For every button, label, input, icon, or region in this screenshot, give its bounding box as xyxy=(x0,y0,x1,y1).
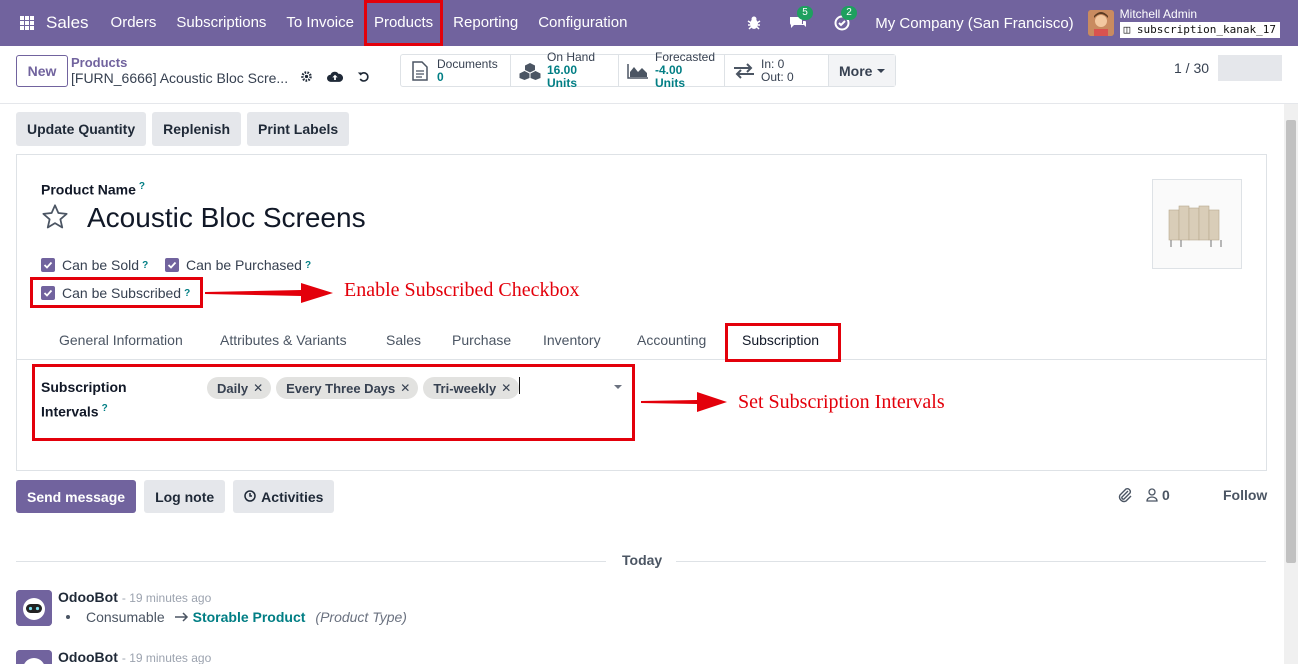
pager-next-button[interactable] xyxy=(1250,55,1282,81)
user-name: Mitchell Admin xyxy=(1119,7,1198,21)
log-note-button[interactable]: Log note xyxy=(144,480,226,513)
menu-orders[interactable]: Orders xyxy=(101,0,167,46)
clock-icon xyxy=(244,489,256,505)
help-tooltip[interactable]: ? xyxy=(139,181,145,192)
messages-badge: 5 xyxy=(797,6,813,20)
user-icon xyxy=(1146,488,1158,502)
product-name-field[interactable]: Acoustic Bloc Screens xyxy=(87,202,366,234)
notebook-tabs: General Information Attributes & Variant… xyxy=(17,323,1266,360)
new-value: Storable Product xyxy=(192,609,306,625)
tab-purchase[interactable]: Purchase xyxy=(452,332,511,348)
odoobot-avatar[interactable] xyxy=(16,650,52,664)
attachment-button[interactable] xyxy=(1118,487,1132,503)
undo-icon[interactable] xyxy=(357,70,370,86)
tab-inventory[interactable]: Inventory xyxy=(543,332,601,348)
exchange-arrows-icon xyxy=(733,60,755,82)
menu-configuration[interactable]: Configuration xyxy=(528,0,637,46)
on-hand-button[interactable]: On Hand 16.00 Units xyxy=(511,51,619,90)
product-image[interactable] xyxy=(1152,179,1242,269)
main-menu: Orders Subscriptions To Invoice Products… xyxy=(101,0,638,46)
user-menu[interactable]: Mitchell Admin ◫ subscription_kanak_17 xyxy=(1119,7,1280,38)
menu-reporting[interactable]: Reporting xyxy=(443,0,528,46)
can-be-sold-checkbox[interactable]: Can be Sold? xyxy=(41,257,148,273)
new-button[interactable]: New xyxy=(16,55,68,87)
breadcrumb-current: [FURN_6666] Acoustic Bloc Scre... xyxy=(71,70,289,86)
pager-value[interactable]: 1 / 30 xyxy=(1174,60,1209,76)
product-name-label: Product Name? xyxy=(41,181,146,198)
pager-previous-button[interactable] xyxy=(1218,55,1250,81)
activities-badge: 2 xyxy=(841,6,857,20)
send-message-button[interactable]: Send message xyxy=(16,480,137,513)
update-quantity-button[interactable]: Update Quantity xyxy=(16,112,147,146)
checkmark-icon xyxy=(165,258,179,272)
intervals-highlight-box xyxy=(32,364,635,441)
database-name: ◫ subscription_kanak_17 xyxy=(1119,22,1280,38)
follow-button[interactable]: Follow xyxy=(1223,487,1267,503)
message-author[interactable]: OdooBot - 19 minutes ago xyxy=(58,649,211,664)
followers-button[interactable]: 0 xyxy=(1146,487,1170,503)
tracked-field-name: (Product Type) xyxy=(315,609,407,625)
annotation-arrow xyxy=(205,283,333,303)
apps-grid-icon[interactable] xyxy=(20,16,34,30)
scrollbar-thumb[interactable] xyxy=(1286,120,1296,563)
form-sheet: Product Name? Acoustic Bloc Screens Can … xyxy=(16,154,1267,471)
intervals-annotation: Set Subscription Intervals xyxy=(738,391,945,413)
breadcrumb-products[interactable]: Products xyxy=(71,55,288,70)
subscription-tab-highlight-box xyxy=(725,323,841,362)
chat-bubbles-icon[interactable]: 5 xyxy=(787,6,813,34)
form-action-buttons: Update Quantity Replenish Print Labels xyxy=(16,112,350,146)
message-time: - 19 minutes ago xyxy=(121,651,212,664)
cloud-upload-icon[interactable] xyxy=(327,70,344,86)
user-avatar[interactable] xyxy=(1087,10,1114,36)
tracking-value-line: Consumable Storable Product (Product Typ… xyxy=(66,609,407,625)
activities-button[interactable]: Activities xyxy=(233,480,335,513)
subscribed-highlight-box xyxy=(30,277,203,308)
record-actions xyxy=(300,70,370,86)
menu-products[interactable]: Products xyxy=(363,0,444,46)
more-button[interactable]: More xyxy=(829,55,896,86)
document-icon xyxy=(409,60,431,82)
checkmark-icon xyxy=(41,258,55,272)
navbar-systray: 5 2 My Company (San Francisco) Mitchell … xyxy=(743,0,1298,46)
old-value: Consumable xyxy=(86,609,165,625)
tab-attributes-variants[interactable]: Attributes & Variants xyxy=(220,332,347,348)
area-chart-icon xyxy=(627,60,649,82)
caret-down-icon xyxy=(877,68,886,73)
control-panel: New Products [FURN_6666] Acoustic Bloc S… xyxy=(0,46,1298,104)
in-out-button[interactable]: In: 0 Out: 0 xyxy=(725,55,829,86)
tab-general-information[interactable]: General Information xyxy=(59,332,183,348)
smart-buttons: Documents 0 On Hand 16.00 Units Forecasted… xyxy=(400,51,897,90)
tab-sales[interactable]: Sales xyxy=(386,332,421,348)
top-navbar: Sales Orders Subscriptions To Invoice Pr… xyxy=(0,0,1298,46)
company-switcher[interactable]: My Company (San Francisco) xyxy=(875,15,1073,32)
breadcrumb: Products [FURN_6666] Acoustic Bloc Scre.… xyxy=(71,55,288,87)
menu-subscriptions[interactable]: Subscriptions xyxy=(166,0,276,46)
can-be-purchased-checkbox[interactable]: Can be Purchased? xyxy=(165,257,311,273)
odoobot-avatar[interactable] xyxy=(16,590,52,626)
replenish-button[interactable]: Replenish xyxy=(152,112,242,146)
menu-to-invoice[interactable]: To Invoice xyxy=(276,0,364,46)
print-labels-button[interactable]: Print Labels xyxy=(247,112,350,146)
bug-icon[interactable] xyxy=(743,12,765,34)
date-separator-label: Today xyxy=(622,552,663,568)
documents-button[interactable]: Documents 0 xyxy=(401,55,511,86)
tab-accounting[interactable]: Accounting xyxy=(637,332,706,348)
annotation-arrow xyxy=(641,392,727,412)
star-favorite-icon[interactable] xyxy=(41,203,69,234)
gear-icon[interactable] xyxy=(300,70,313,86)
app-brand[interactable]: Sales xyxy=(46,13,89,33)
arrow-right-icon xyxy=(174,609,189,625)
cubes-icon xyxy=(519,60,541,82)
forecasted-button[interactable]: Forecasted -4.00 Units xyxy=(619,51,725,90)
clock-check-icon[interactable]: 2 xyxy=(831,6,857,34)
subscribed-annotation: Enable Subscribed Checkbox xyxy=(344,279,580,301)
paperclip-icon xyxy=(1118,488,1132,503)
message-time: - 19 minutes ago xyxy=(121,591,212,605)
chatter-buttons: Send message Log note Activities xyxy=(16,480,335,513)
message-author[interactable]: OdooBot - 19 minutes ago xyxy=(58,589,211,605)
